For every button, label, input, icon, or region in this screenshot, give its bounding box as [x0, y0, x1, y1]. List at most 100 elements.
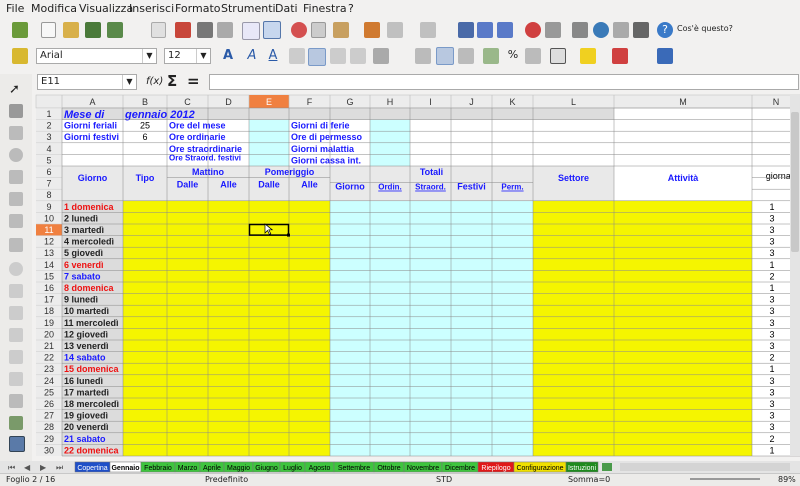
activity-cell[interactable] — [533, 340, 752, 352]
head-ordin: Ordin. — [378, 183, 402, 192]
time-input-cell[interactable] — [123, 386, 330, 398]
row-header-2: 2 — [46, 121, 51, 131]
giornata-value: 3 — [769, 411, 774, 421]
fill-handle[interactable] — [287, 233, 290, 237]
time-input-cell[interactable] — [123, 235, 330, 248]
day-label: 18 mercoledì — [64, 399, 119, 409]
day-label: 20 venerdì — [64, 422, 109, 432]
time-input-cell[interactable] — [123, 282, 330, 294]
activity-cell[interactable] — [533, 374, 752, 387]
giornata-value: 3 — [769, 399, 774, 409]
time-input-cell[interactable] — [123, 432, 330, 445]
time-input-cell[interactable] — [123, 398, 330, 410]
time-input-cell[interactable] — [123, 258, 330, 271]
vertical-scroll-thumb[interactable] — [791, 112, 799, 252]
row-header-5: 5 — [46, 155, 51, 165]
column-header-a: A — [89, 97, 95, 107]
status-zoom-slider[interactable] — [690, 478, 760, 480]
activity-cell[interactable] — [533, 351, 752, 364]
row-header-8: 8 — [46, 190, 51, 200]
day-label: 10 martedì — [64, 306, 109, 316]
row-header-19: 19 — [44, 318, 54, 328]
tab-scroll-icon[interactable]: ⏭ — [56, 463, 63, 472]
activity-cell[interactable] — [533, 421, 752, 433]
time-input-cell[interactable] — [123, 328, 330, 340]
activity-cell[interactable] — [533, 305, 752, 317]
column-header-c: C — [184, 97, 191, 107]
head-mattino-alle: Alle — [220, 180, 237, 190]
tab-scroll-icon[interactable]: ▶ — [40, 463, 47, 472]
activity-cell[interactable] — [533, 235, 752, 248]
time-input-cell[interactable] — [123, 421, 330, 433]
giorni-ferie-label: Giorni di ferie — [291, 121, 350, 131]
tab-scroll-icon[interactable]: ⏮ — [8, 463, 15, 472]
activity-cell[interactable] — [533, 224, 752, 236]
totals-cell — [330, 421, 533, 433]
time-input-cell[interactable] — [123, 409, 330, 422]
time-input-cell[interactable] — [123, 212, 330, 224]
time-input-cell[interactable] — [123, 374, 330, 387]
row-header-3: 3 — [46, 132, 51, 142]
row-header-12: 12 — [44, 237, 54, 247]
time-input-cell[interactable] — [123, 293, 330, 306]
time-input-cell[interactable] — [123, 316, 330, 329]
giornata-value: 2 — [769, 271, 774, 281]
activity-cell[interactable] — [533, 432, 752, 445]
row-header-28: 28 — [44, 422, 54, 432]
activity-cell[interactable] — [533, 363, 752, 375]
activity-cell[interactable] — [533, 293, 752, 306]
time-input-cell[interactable] — [123, 270, 330, 282]
giornata-value: 1 — [769, 202, 774, 212]
status-zoom[interactable]: 89% — [778, 475, 796, 484]
ore-permesso-label: Ore di permesso — [291, 132, 363, 142]
column-header-j: J — [469, 97, 474, 107]
activity-cell[interactable] — [533, 200, 752, 213]
day-label: 17 martedì — [64, 387, 109, 397]
time-input-cell[interactable] — [123, 200, 330, 213]
sheet-tab-label: Istruzioni — [568, 465, 596, 472]
add-sheet-icon[interactable] — [602, 463, 612, 471]
activity-cell[interactable] — [533, 444, 752, 456]
tab-scroll-icon[interactable]: ◀ — [24, 463, 31, 472]
totals-cell — [330, 432, 533, 445]
sheet-tab-label: Ottobre — [377, 465, 400, 472]
activity-cell[interactable] — [533, 282, 752, 294]
day-label: 4 mercoledì — [64, 237, 114, 247]
row-header-7: 7 — [46, 179, 51, 189]
horizontal-scrollbar[interactable] — [620, 463, 790, 471]
row-header-29: 29 — [44, 434, 54, 444]
spreadsheet-grid[interactable]: A B C D E F G H I J K L M N12345678910111213141516171… — [0, 0, 800, 473]
title-month-label: Mese di — [64, 109, 105, 121]
activity-cell[interactable] — [533, 328, 752, 340]
giornata-head — [614, 166, 752, 201]
head-pomeriggio-dalle: Dalle — [258, 180, 280, 190]
giornata-value: 1 — [769, 364, 774, 374]
time-input-cell[interactable] — [123, 247, 330, 259]
head-straord: Straord. — [415, 183, 446, 192]
row-header-30: 30 — [44, 445, 54, 455]
activity-cell[interactable] — [533, 212, 752, 224]
sheet-tab-label: Gennaio — [111, 465, 139, 472]
column-header-e: E — [266, 97, 272, 107]
activity-cell[interactable] — [533, 316, 752, 329]
time-input-cell[interactable] — [123, 340, 330, 352]
activity-cell[interactable] — [533, 258, 752, 271]
activity-cell[interactable] — [533, 398, 752, 410]
sheet-tab-label: Aprile — [203, 465, 221, 472]
activity-cell[interactable] — [533, 386, 752, 398]
time-input-cell[interactable] — [123, 224, 330, 236]
time-input-cell[interactable] — [123, 444, 330, 456]
activity-cell[interactable] — [533, 270, 752, 282]
ore-mese-label: Ore del mese — [169, 121, 226, 131]
activity-cell[interactable] — [533, 409, 752, 422]
activity-cell[interactable] — [533, 247, 752, 259]
time-input-cell[interactable] — [123, 351, 330, 364]
time-input-cell[interactable] — [123, 305, 330, 317]
column-header-k: K — [509, 97, 515, 107]
day-label: 11 mercoledì — [64, 318, 119, 328]
totals-cell — [330, 305, 533, 317]
time-input-cell[interactable] — [123, 363, 330, 375]
sheet-tab-label: Riepilogo — [481, 465, 510, 472]
totals-cell — [330, 258, 533, 271]
status-mode[interactable]: STD — [436, 475, 452, 484]
